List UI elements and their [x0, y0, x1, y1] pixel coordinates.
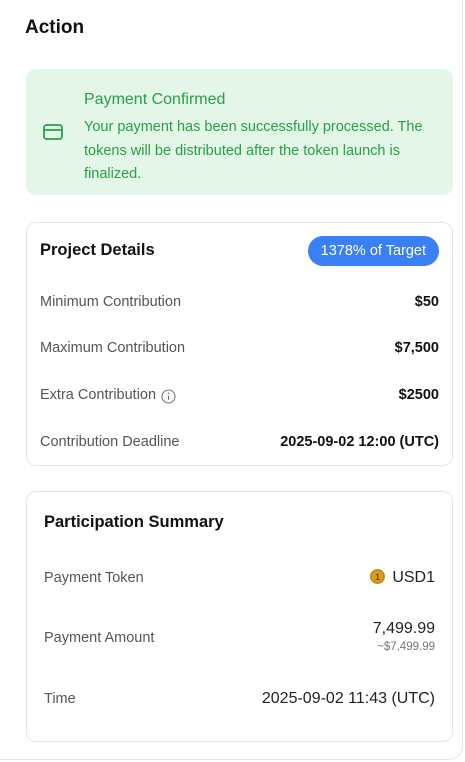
info-icon[interactable]	[161, 388, 176, 404]
detail-value: $50	[414, 294, 439, 310]
detail-label: Minimum Contribution	[40, 294, 182, 310]
participation-summary-title: Participation Summary	[44, 513, 224, 531]
detail-row-deadline: Contribution Deadline 2025-09-02 12:00 (…	[40, 430, 439, 454]
project-details-title: Project Details	[40, 241, 155, 259]
payment-token-value: 1 USD1	[370, 566, 435, 590]
time-value: 2025-09-02 11:43 (UTC)	[261, 690, 435, 707]
project-details-card: Project Details 1378% of Target Minimum …	[26, 222, 453, 466]
summary-label: Payment Token	[44, 570, 144, 586]
card-icon	[43, 124, 63, 140]
detail-value: $2500	[398, 387, 439, 403]
alert-title: Payment Confirmed	[84, 91, 226, 108]
payment-amount-usd: ~$7,499.99	[377, 641, 435, 653]
summary-row-payment-token: Payment Token 1 USD1	[44, 566, 435, 590]
detail-label: Extra Contribution	[40, 387, 157, 403]
summary-row-payment-amount: Payment Amount 7,499.99 ~$7,499.99	[44, 620, 435, 653]
target-percentage-badge: 1378% of Target	[307, 236, 439, 266]
page-title: Action	[25, 17, 85, 38]
usd1-token-icon: 1	[370, 568, 386, 585]
detail-row-extra: Extra Contribution $2500	[40, 383, 439, 407]
detail-value: 2025-09-02 12:00 (UTC)	[280, 434, 439, 450]
summary-row-time: Time 2025-09-02 11:43 (UTC)	[44, 687, 435, 711]
participation-summary-card: Participation Summary Payment Token 1 US…	[26, 491, 453, 742]
alert-message: Your payment has been successfully proce…	[84, 119, 423, 182]
detail-label-wrapper: Extra Contribution	[40, 383, 176, 407]
action-panel: Action Payment Confirmed Your payment ha…	[0, 0, 463, 760]
detail-label: Contribution Deadline	[40, 434, 180, 450]
payment-amount-value: 7,499.99	[372, 620, 435, 637]
svg-text:1: 1	[375, 572, 380, 582]
detail-value: $7,500	[394, 340, 439, 356]
detail-label: Maximum Contribution	[40, 340, 186, 356]
payment-token-name: USD1	[392, 569, 435, 586]
detail-row-maximum: Maximum Contribution $7,500	[40, 336, 439, 360]
summary-label: Time	[44, 691, 76, 707]
payment-confirmed-alert: Payment Confirmed Your payment has been …	[26, 69, 453, 195]
summary-label: Payment Amount	[44, 630, 155, 646]
detail-row-minimum: Minimum Contribution $50	[40, 290, 439, 314]
